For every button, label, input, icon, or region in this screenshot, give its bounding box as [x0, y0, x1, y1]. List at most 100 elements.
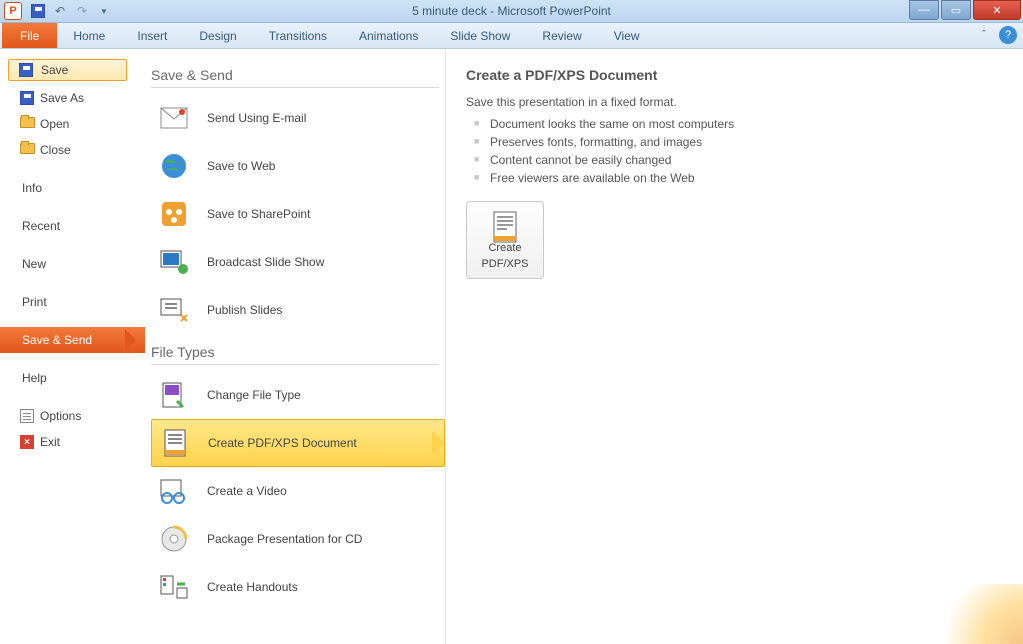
help-icon[interactable]: ?	[999, 26, 1017, 44]
option-label: Change File Type	[207, 388, 301, 402]
maximize-button[interactable]: ▭	[941, 0, 971, 20]
file-type-icon	[159, 380, 189, 410]
option-broadcast[interactable]: Broadcast Slide Show	[151, 238, 439, 286]
qat-redo-icon[interactable]: ↷	[74, 3, 90, 19]
tab-animations[interactable]: Animations	[343, 23, 434, 48]
broadcast-icon	[159, 247, 189, 277]
qat-save-icon[interactable]	[30, 3, 46, 19]
bullet-item: Content cannot be easily changed	[466, 151, 1003, 169]
sidebar-open[interactable]: Open	[0, 111, 135, 137]
sidebar-label: New	[22, 257, 46, 271]
detail-subtitle: Save this presentation in a fixed format…	[466, 95, 1003, 109]
minimize-button[interactable]: —	[909, 0, 939, 20]
options-icon	[20, 409, 36, 423]
cd-icon	[159, 524, 189, 554]
create-pdf-xps-button[interactable]: Create PDF/XPS	[466, 201, 544, 279]
tab-insert[interactable]: Insert	[121, 23, 183, 48]
sidebar-save[interactable]: Save	[8, 59, 127, 81]
close-button[interactable]: ✕	[973, 0, 1021, 20]
option-label: Package Presentation for CD	[207, 532, 362, 546]
sidebar-new[interactable]: New	[0, 251, 135, 277]
bullet-item: Preserves fonts, formatting, and images	[466, 133, 1003, 151]
sidebar-label: Info	[22, 181, 42, 195]
sidebar-label: Print	[22, 295, 47, 309]
sidebar-save-as[interactable]: Save As	[0, 85, 135, 111]
button-label-l1: Create	[488, 242, 521, 254]
title-bar: P ↶ ↷ ▼ 5 minute deck - Microsoft PowerP…	[0, 0, 1023, 23]
tab-home[interactable]: Home	[57, 23, 121, 48]
sidebar-label: Open	[40, 117, 69, 131]
sidebar-info[interactable]: Info	[0, 175, 135, 201]
exit-icon: ×	[20, 435, 36, 449]
sidebar-save-send[interactable]: Save & Send	[0, 327, 145, 353]
sidebar-label: Close	[40, 143, 71, 157]
globe-icon	[159, 151, 189, 181]
app-icon: P	[4, 2, 22, 20]
section-heading: File Types	[145, 344, 445, 360]
qat-undo-icon[interactable]: ↶	[52, 3, 68, 19]
option-label: Create PDF/XPS Document	[208, 436, 357, 450]
detail-panel: Create a PDF/XPS Document Save this pres…	[445, 49, 1023, 644]
sidebar-label: Save & Send	[22, 333, 92, 347]
option-change-file-type[interactable]: Change File Type	[151, 371, 439, 419]
quick-access-toolbar: ↶ ↷ ▼	[30, 3, 112, 19]
sidebar-print[interactable]: Print	[0, 289, 135, 315]
option-create-video[interactable]: Create a Video	[151, 467, 439, 515]
ribbon-tabs: File Home Insert Design Transitions Anim…	[0, 23, 1023, 49]
detail-bullets: Document looks the same on most computer…	[466, 115, 1003, 187]
tab-file[interactable]: File	[2, 23, 57, 48]
video-icon	[159, 476, 189, 506]
tab-slide-show[interactable]: Slide Show	[434, 23, 526, 48]
window-controls: — ▭ ✕	[909, 0, 1023, 20]
sidebar-label: Recent	[22, 219, 60, 233]
option-label: Create a Video	[207, 484, 287, 498]
backstage-sidebar: Save Save As Open Close Info Recent New …	[0, 49, 135, 644]
folder-open-icon	[20, 117, 36, 131]
option-label: Broadcast Slide Show	[207, 255, 324, 269]
bullet-item: Document looks the same on most computer…	[466, 115, 1003, 133]
publish-slides-icon	[159, 295, 189, 325]
option-label: Save to Web	[207, 159, 275, 173]
pdf-document-icon	[489, 210, 521, 238]
tab-review[interactable]: Review	[526, 23, 597, 48]
bullet-item: Free viewers are available on the Web	[466, 169, 1003, 187]
tab-transitions[interactable]: Transitions	[253, 23, 343, 48]
envelope-icon	[159, 103, 189, 133]
sidebar-label: Help	[22, 371, 47, 385]
option-label: Send Using E-mail	[207, 111, 306, 125]
sidebar-label: Options	[40, 409, 81, 423]
divider	[151, 87, 439, 88]
handouts-icon	[159, 572, 189, 602]
pdf-document-icon	[160, 428, 190, 458]
option-label: Publish Slides	[207, 303, 282, 317]
divider	[151, 364, 439, 365]
option-save-web[interactable]: Save to Web	[151, 142, 439, 190]
sidebar-recent[interactable]: Recent	[0, 213, 135, 239]
section-heading: Save & Send	[145, 67, 445, 83]
option-package-cd[interactable]: Package Presentation for CD	[151, 515, 439, 563]
sidebar-exit[interactable]: × Exit	[0, 429, 135, 455]
option-send-email[interactable]: Send Using E-mail	[151, 94, 439, 142]
sharepoint-icon	[159, 199, 189, 229]
sidebar-help[interactable]: Help	[0, 365, 135, 391]
option-save-sharepoint[interactable]: Save to SharePoint	[151, 190, 439, 238]
option-create-pdf-xps[interactable]: Create PDF/XPS Document	[151, 419, 445, 467]
option-label: Save to SharePoint	[207, 207, 310, 221]
sidebar-label: Save As	[40, 91, 84, 105]
save-send-options: Save & Send Send Using E-mail Save to We…	[135, 49, 445, 644]
folder-close-icon	[20, 143, 36, 157]
sidebar-label: Save	[41, 63, 68, 77]
button-label-l2: PDF/XPS	[481, 258, 528, 270]
tab-view[interactable]: View	[598, 23, 656, 48]
detail-heading: Create a PDF/XPS Document	[466, 67, 1003, 83]
sidebar-options[interactable]: Options	[0, 403, 135, 429]
sidebar-label: Exit	[40, 435, 60, 449]
qat-customize-icon[interactable]: ▼	[96, 3, 112, 19]
option-create-handouts[interactable]: Create Handouts	[151, 563, 439, 611]
window-title: 5 minute deck - Microsoft PowerPoint	[412, 4, 611, 18]
save-as-icon	[20, 91, 36, 105]
sidebar-close[interactable]: Close	[0, 137, 135, 163]
option-publish-slides[interactable]: Publish Slides	[151, 286, 439, 334]
tab-design[interactable]: Design	[183, 23, 252, 48]
ribbon-minimize-icon[interactable]: ˆ	[975, 26, 993, 44]
